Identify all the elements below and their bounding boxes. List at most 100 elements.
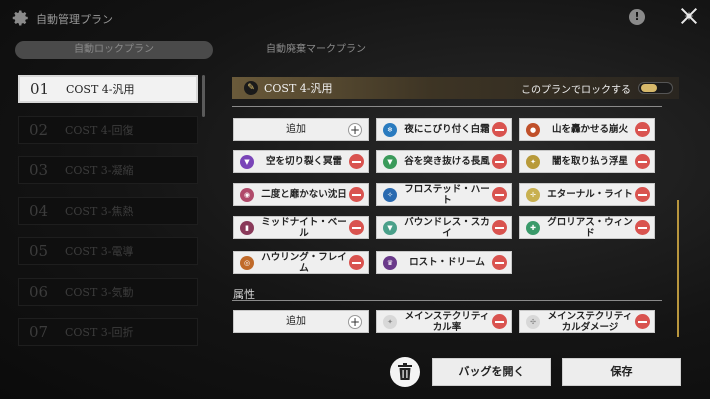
set-label: 空を切り裂く冥雷 <box>265 156 342 167</box>
plan-label: COST 3-電導 <box>65 245 134 258</box>
set-chip-eternal-light[interactable]: ✛ エターナル・ライト <box>519 183 655 206</box>
plan-number: 07 <box>29 323 49 341</box>
main-scrollbar[interactable] <box>677 200 679 337</box>
remove-icon[interactable] <box>492 255 507 270</box>
add-label: 追加 <box>286 316 306 327</box>
set-chip-frost[interactable]: ❄ 夜にこびり付く白霜 <box>376 118 512 141</box>
set-label: 二度と靡かない沈日 <box>261 189 347 200</box>
set-label: フロステッド・ハート <box>404 183 490 206</box>
set-chip-fire[interactable]: ● 山を轟かせる崩火 <box>519 118 655 141</box>
fire-icon: ● <box>526 122 540 137</box>
remove-icon[interactable] <box>635 220 650 235</box>
toggle-knob <box>641 84 657 92</box>
set-label: エターナル・ライト <box>547 189 633 200</box>
crit-dmg-icon: ✣ <box>526 314 540 329</box>
set-chip-thunder[interactable]: ▼ 空を切り裂く冥雷 <box>233 150 369 173</box>
sun-icon: ◉ <box>240 187 254 202</box>
plan-number: 01 <box>30 80 50 98</box>
remove-icon[interactable] <box>492 314 507 329</box>
lock-toggle-label: このプランでロックする <box>521 85 631 96</box>
close-icon[interactable] <box>678 5 700 27</box>
plan-label: COST 4-汎用 <box>66 83 135 96</box>
plan-number: 03 <box>29 161 49 179</box>
plan-number: 06 <box>29 283 49 301</box>
crit-rate-icon: ✦ <box>383 314 397 329</box>
remove-icon[interactable] <box>492 122 507 137</box>
plan-number: 02 <box>29 121 49 139</box>
gear-icon <box>12 10 28 26</box>
plan-item-06[interactable]: 06 COST 3-気動 <box>18 278 198 306</box>
plan-number: 05 <box>29 242 49 260</box>
remove-icon[interactable] <box>635 314 650 329</box>
plan-item-04[interactable]: 04 COST 3-焦熱 <box>18 197 198 225</box>
save-button[interactable]: 保存 <box>562 358 681 386</box>
set-chip-boundless-sky[interactable]: ▼ バウンドレス・スカイ <box>376 216 512 239</box>
divider <box>232 300 662 301</box>
remove-icon[interactable] <box>492 220 507 235</box>
remove-icon[interactable] <box>349 220 364 235</box>
remove-icon[interactable] <box>349 154 364 169</box>
add-label: 追加 <box>286 124 306 135</box>
veil-icon: ▮ <box>240 220 254 235</box>
heart-icon: ✧ <box>383 187 397 202</box>
remove-icon[interactable] <box>349 255 364 270</box>
lock-toggle[interactable] <box>638 82 673 94</box>
page-title: 自動管理プラン <box>36 13 113 26</box>
set-chip-wind[interactable]: ▼ 谷を突き抜ける長風 <box>376 150 512 173</box>
plus-icon: + <box>348 314 362 329</box>
set-chip-frosted-heart[interactable]: ✧ フロステッド・ハート <box>376 183 512 206</box>
plan-title: COST 4-汎用 <box>264 82 333 95</box>
plan-label: COST 3-焦熱 <box>65 205 134 218</box>
wind-icon: ▼ <box>383 154 397 169</box>
set-label: ミッドナイト・ベール <box>261 216 347 239</box>
plan-label: COST 3-凝縮 <box>65 164 134 177</box>
plan-header-bar: ✎ COST 4-汎用 このプランでロックする <box>232 77 679 99</box>
plan-number: 04 <box>29 202 49 220</box>
plan-label: COST 3-気動 <box>65 286 134 299</box>
set-label: 夜にこびり付く白霜 <box>404 124 490 135</box>
set-chip-midnight-veil[interactable]: ▮ ミッドナイト・ベール <box>233 216 369 239</box>
delete-plan-button[interactable] <box>390 357 420 387</box>
light-icon: ✛ <box>526 187 540 202</box>
remove-icon[interactable] <box>635 122 650 137</box>
info-icon[interactable]: ! <box>629 9 645 25</box>
remove-icon[interactable] <box>635 187 650 202</box>
set-chip-star[interactable]: ✦ 闇を取り払う浮星 <box>519 150 655 173</box>
plan-list-scrollbar[interactable] <box>202 75 205 117</box>
set-chip-howling-flame[interactable]: ◎ ハウリング・フレイム <box>233 251 369 274</box>
divider <box>232 106 662 107</box>
plan-item-02[interactable]: 02 COST 4-回復 <box>18 116 198 144</box>
set-label: ロスト・ドリーム <box>409 257 485 268</box>
remove-icon[interactable] <box>492 154 507 169</box>
set-chip-glorious-wind[interactable]: ✚ グロリアス・ウィンド <box>519 216 655 239</box>
set-label: 闇を取り払う浮星 <box>551 156 628 167</box>
set-chip-sun[interactable]: ◉ 二度と靡かない沈日 <box>233 183 369 206</box>
add-attribute-button[interactable]: 追加 + <box>233 310 369 333</box>
attribute-label: メインステクリティカルダメージ <box>547 310 633 333</box>
open-bag-button[interactable]: バッグを開く <box>432 358 551 386</box>
sky-icon: ▼ <box>383 220 397 235</box>
glory-wind-icon: ✚ <box>526 220 540 235</box>
plan-item-07[interactable]: 07 COST 3-回折 <box>18 318 198 346</box>
plan-item-03[interactable]: 03 COST 3-凝縮 <box>18 156 198 184</box>
trash-icon <box>398 363 412 380</box>
attribute-chip-crit-rate[interactable]: ✦ メインステクリティカル率 <box>376 310 512 333</box>
set-label: グロリアス・ウィンド <box>547 216 633 239</box>
tab-auto-discard[interactable]: 自動廃棄マークプラン <box>226 41 406 59</box>
plan-item-01[interactable]: 01 COST 4-汎用 <box>18 75 198 103</box>
set-label: 山を轟かせる崩火 <box>551 124 628 135</box>
set-chip-lost-dream[interactable]: ♛ ロスト・ドリーム <box>376 251 512 274</box>
add-set-button[interactable]: 追加 + <box>233 118 369 141</box>
remove-icon[interactable] <box>349 187 364 202</box>
remove-icon[interactable] <box>492 187 507 202</box>
pen-icon[interactable]: ✎ <box>244 81 258 95</box>
attribute-label: メインステクリティカル率 <box>404 310 490 333</box>
star-icon: ✦ <box>526 154 540 169</box>
plus-icon: + <box>348 122 362 137</box>
attribute-chip-crit-dmg[interactable]: ✣ メインステクリティカルダメージ <box>519 310 655 333</box>
plan-item-05[interactable]: 05 COST 3-電導 <box>18 237 198 265</box>
tab-auto-lock[interactable]: 自動ロックプラン <box>15 41 213 59</box>
remove-icon[interactable] <box>635 154 650 169</box>
plan-label: COST 3-回折 <box>65 326 134 339</box>
set-label: 谷を突き抜ける長風 <box>404 156 490 167</box>
